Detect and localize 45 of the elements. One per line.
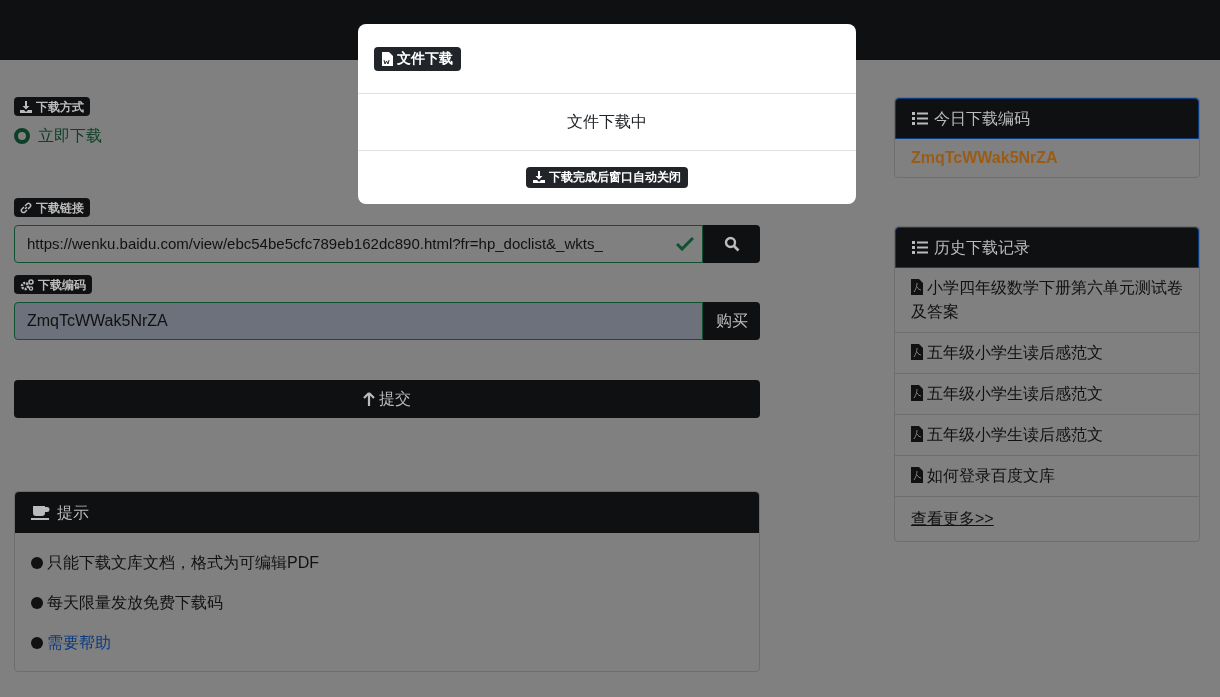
help-link[interactable]: 需要帮助 [47, 631, 111, 655]
history-item[interactable]: 五年级小学生读后感范文 [895, 333, 1199, 374]
link-icon [20, 201, 32, 214]
modal-title: 文件下载 [374, 46, 461, 71]
arrow-up-icon [363, 392, 375, 406]
modal-note: 下载完成后窗口自动关闭 [526, 166, 688, 188]
search-button[interactable] [703, 225, 760, 263]
tip-text: 只能下载文库文档，格式为可编辑PDF [47, 553, 319, 573]
card-title: 历史下载记录 [934, 237, 1030, 258]
list-icon [912, 112, 928, 125]
pdf-file-icon [911, 426, 923, 442]
download-method-option[interactable]: 立即下载 [14, 124, 102, 148]
pdf-file-icon [911, 279, 923, 295]
field-label: 下载编码 [14, 275, 92, 294]
bullet-icon [31, 597, 43, 609]
history-item[interactable]: 五年级小学生读后感范文 [895, 415, 1199, 456]
download-icon [20, 100, 32, 113]
radio-button[interactable] [14, 128, 30, 144]
pdf-file-icon [911, 467, 923, 483]
list-icon [912, 241, 928, 254]
card-title: 今日下载编码 [934, 108, 1030, 129]
buy-button[interactable]: 购买 [703, 302, 760, 340]
link-value: https://wenku.baidu.com/view/ebc54be5cfc789eb162dc890.html?fr=hp_doclist&_wkts_ [27, 233, 604, 254]
modal-message: 文件下载中 [567, 112, 647, 132]
field-label: 下载链接 [14, 198, 90, 217]
download-code: ZmqTcWWak5NrZA [911, 149, 1058, 166]
cup-icon [31, 505, 51, 520]
bullet-icon [31, 637, 43, 649]
history-item[interactable]: 如何登录百度文库 [895, 456, 1199, 497]
code-input[interactable]: ZmqTcWWak5NrZA [14, 302, 703, 340]
history-item[interactable]: 小学四年级数学下册第六单元测试卷及答案 [895, 268, 1199, 333]
link-input[interactable]: https://wenku.baidu.com/view/ebc54be5cfc789eb162dc890.html?fr=hp_doclist&_wkts_ [14, 225, 703, 263]
pdf-file-icon [911, 385, 923, 401]
card-title: 提示 [57, 502, 89, 523]
pdf-file-icon [911, 344, 923, 360]
document-icon [382, 51, 393, 66]
history-item[interactable]: 五年级小学生读后感范文 [895, 374, 1199, 415]
bullet-icon [31, 557, 43, 569]
field-label: 下载方式 [14, 97, 90, 116]
submit-button[interactable]: 提交 [14, 380, 760, 418]
tip-text: 每天限量发放免费下载码 [47, 593, 223, 613]
download-icon [533, 171, 545, 183]
view-more-link[interactable]: 查看更多>> [911, 510, 994, 527]
search-icon [723, 236, 740, 252]
gears-icon [20, 278, 34, 291]
